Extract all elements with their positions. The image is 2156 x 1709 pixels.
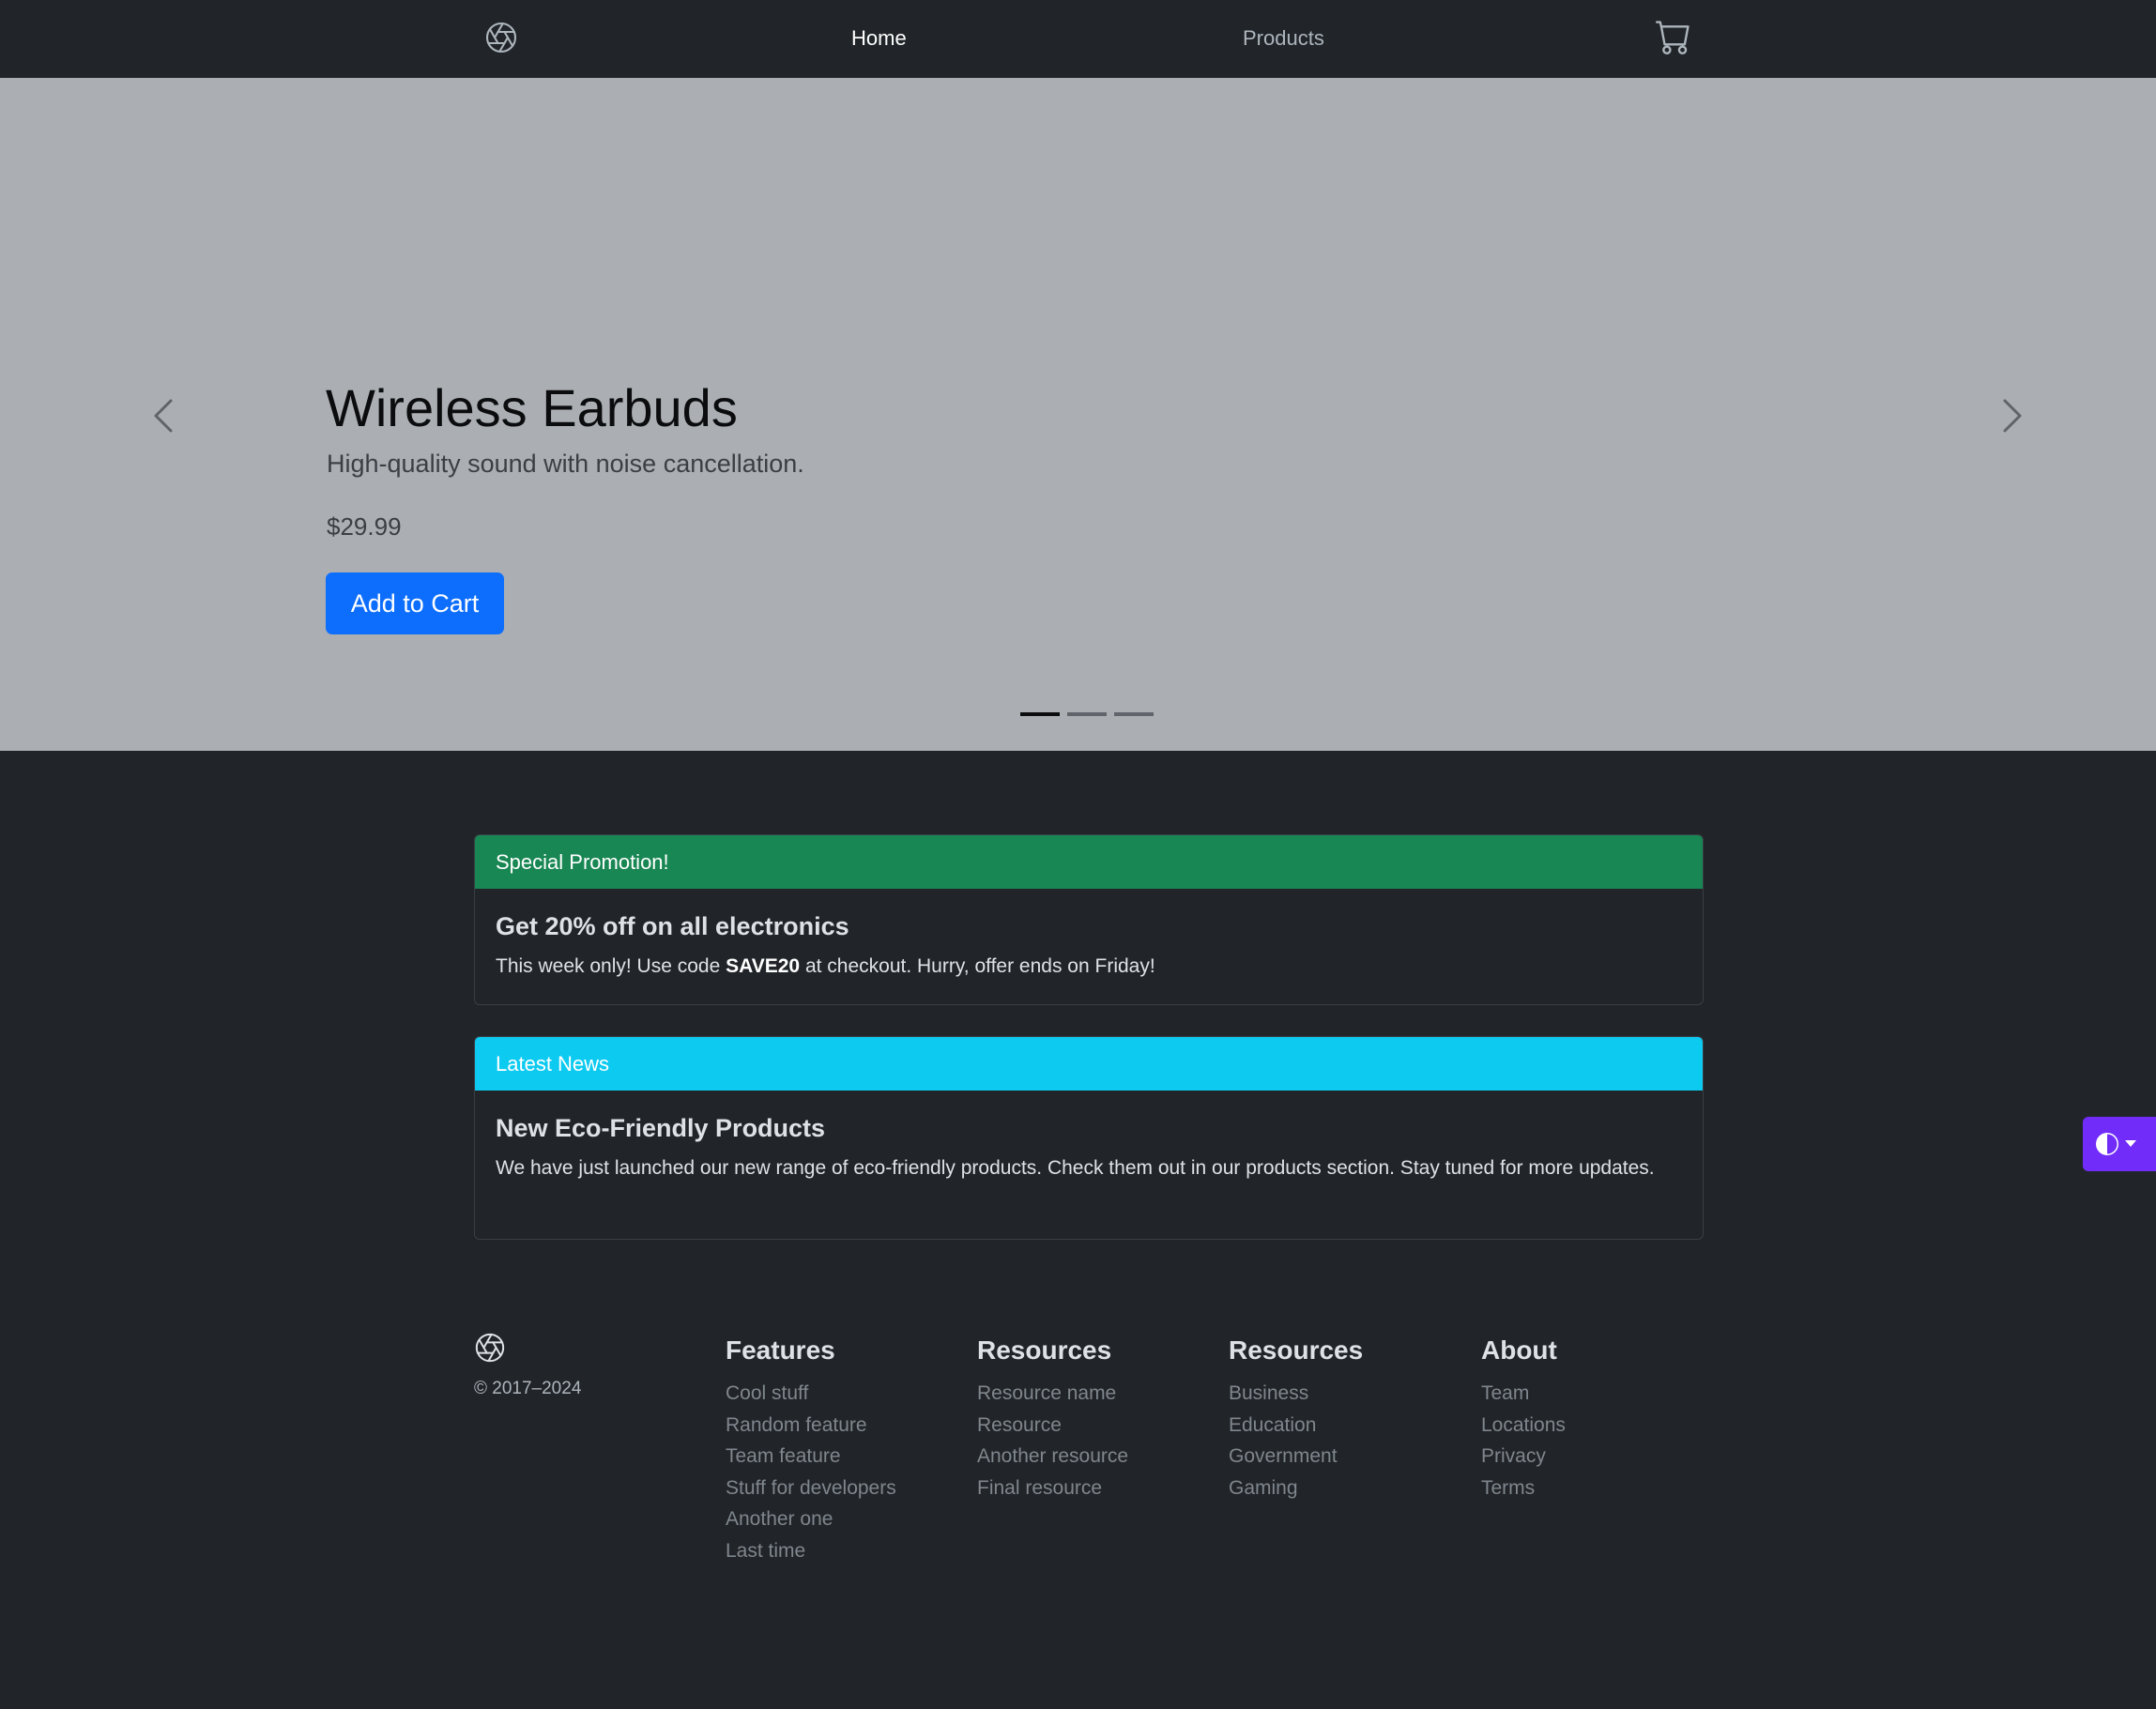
footer-column-title: Features [726, 1335, 835, 1365]
footer-link[interactable]: Final resource [977, 1472, 1128, 1504]
hero-carousel: Wireless Earbuds High-quality sound with… [0, 78, 2156, 751]
footer-column-resources-sectors: Resources Business Education Government … [1229, 1333, 1363, 1503]
footer-link[interactable]: Terms [1481, 1472, 1566, 1504]
nav-products-link[interactable]: Products [1243, 24, 1324, 53]
add-to-cart-button[interactable]: Add to Cart [326, 572, 504, 634]
promotion-text-end: at checkout. Hurry, offer ends on Friday… [800, 955, 1155, 977]
theme-toggle-button[interactable] [2083, 1117, 2156, 1171]
footer-link[interactable]: Last time [726, 1535, 896, 1567]
footer-link[interactable]: Team feature [726, 1441, 896, 1472]
promotion-card: Special Promotion! Get 20% off on all el… [474, 834, 1704, 1005]
promotion-card-header: Special Promotion! [475, 835, 1703, 889]
footer-link[interactable]: Resource [977, 1410, 1128, 1442]
footer-link[interactable]: Privacy [1481, 1441, 1566, 1472]
chevron-right-icon[interactable] [1984, 388, 2041, 444]
footer-link[interactable]: Business [1229, 1378, 1363, 1410]
promotion-card-body: Get 20% off on all electronics This week… [475, 889, 1703, 982]
footer-column-about: About Team Locations Privacy Terms [1481, 1333, 1566, 1503]
caret-down-icon [2125, 1140, 2136, 1147]
news-title: New Eco-Friendly Products [496, 1114, 826, 1142]
footer-link[interactable]: Locations [1481, 1410, 1566, 1442]
footer-link[interactable]: Resource name [977, 1378, 1128, 1410]
cart-icon[interactable] [1656, 19, 1691, 54]
news-card-body: New Eco-Friendly Products We have just l… [475, 1091, 1703, 1183]
footer-link[interactable]: Team [1481, 1378, 1566, 1410]
footer-link[interactable]: Another one [726, 1503, 896, 1535]
promotion-text-start: This week only! Use code [496, 955, 726, 977]
top-navbar: Home Products [0, 0, 2156, 79]
carousel-indicator[interactable] [1020, 712, 1060, 716]
hero-title: Wireless Earbuds [326, 378, 738, 437]
half-circle-icon [2096, 1133, 2118, 1155]
nav-home-link[interactable]: Home [851, 24, 907, 53]
promotion-title: Get 20% off on all electronics [496, 912, 849, 940]
carousel-indicator[interactable] [1067, 712, 1107, 716]
carousel-indicator[interactable] [1114, 712, 1154, 716]
footer-column-features: Features Cool stuff Random feature Team … [726, 1333, 896, 1567]
carousel-indicators [1020, 712, 1154, 716]
footer-link[interactable]: Stuff for developers [726, 1472, 896, 1504]
footer-column-resources: Resources Resource name Resource Another… [977, 1333, 1128, 1503]
news-card: Latest News New Eco-Friendly Products We… [474, 1036, 1704, 1240]
hero-subtitle: High-quality sound with noise cancellati… [327, 450, 804, 478]
footer-link[interactable]: Gaming [1229, 1472, 1363, 1504]
aperture-icon[interactable] [484, 21, 518, 54]
news-text: We have just launched our new range of e… [496, 1157, 1655, 1179]
aperture-icon[interactable] [474, 1332, 506, 1364]
hero-price: $29.99 [327, 512, 402, 541]
news-card-header: Latest News [475, 1037, 1703, 1091]
promo-code: SAVE20 [726, 955, 801, 977]
footer-link[interactable]: Cool stuff [726, 1378, 896, 1410]
footer-link[interactable]: Random feature [726, 1410, 896, 1442]
footer-link[interactable]: Education [1229, 1410, 1363, 1442]
chevron-left-icon[interactable] [135, 388, 191, 444]
footer-link[interactable]: Government [1229, 1441, 1363, 1472]
footer-link[interactable]: Another resource [977, 1441, 1128, 1472]
footer-column-title: Resources [1229, 1335, 1364, 1365]
footer-column-title: Resources [977, 1335, 1112, 1365]
copyright-text: © 2017–2024 [474, 1379, 582, 1398]
footer-column-title: About [1481, 1335, 1557, 1365]
promotion-text: This week only! Use code SAVE20 at check… [496, 951, 1682, 982]
